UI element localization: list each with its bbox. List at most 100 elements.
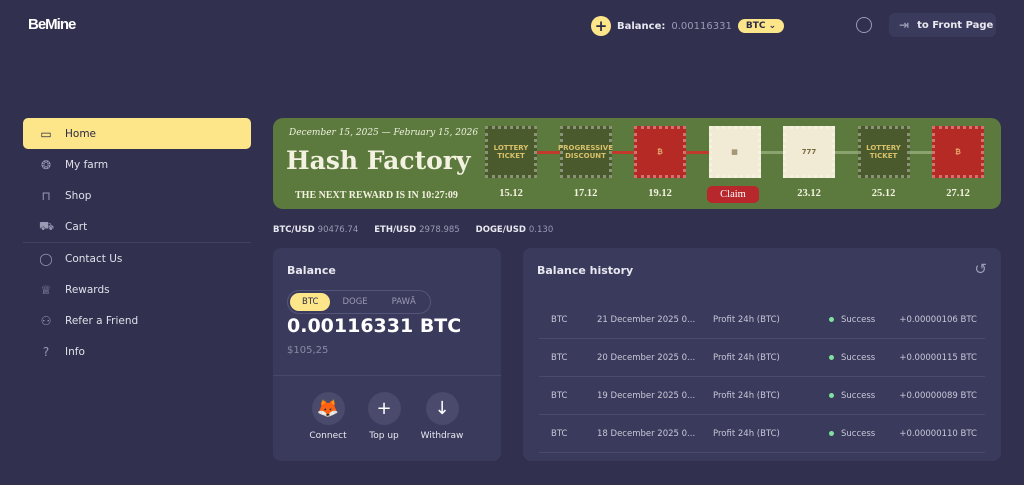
hash-factory-banner[interactable]: December 15, 2025 — February 15, 2026 Ha… [273,118,1001,209]
stamp-art: ₿ [955,148,961,156]
withdraw-button[interactable]: ↓ Withdraw [412,392,472,441]
tab-doge[interactable]: DOGE [330,293,379,311]
add-user-icon: ⚇ [40,313,52,328]
reward-stamp[interactable]: 777 [783,126,835,178]
row-coin: BTC [551,352,568,363]
tab-btc[interactable]: BTC [290,293,331,311]
sidebar-item-label: Info [65,345,85,358]
currency-tabs: BTC DOGE PAWĀ [287,290,431,314]
metamask-icon: 🦊 [311,392,345,425]
rate-item: BTC/USD 90476.74 [273,225,358,235]
history-icon[interactable]: ↺ [974,260,987,278]
stamp-date: 23.12 [797,188,821,199]
cart-icon: ⛟ [39,218,55,233]
row-status: Success [829,353,875,363]
row-type: Profit 24h (BTC) [713,314,780,325]
sidebar-item-shop[interactable]: ⊓ Shop [23,180,251,211]
sidebar-item-contact-us[interactable]: ◯ Contact Us [23,243,251,274]
sidebar-item-label: Rewards [65,283,110,296]
status-dot-icon [829,430,834,436]
stamp-art: PROGRESSIVE DISCOUNT [558,144,613,160]
banner-dates: December 15, 2025 — February 15, 2026 [289,128,479,138]
balance-card: Balance BTC DOGE PAWĀ 0.00116331 BTC $10… [273,248,501,461]
top-up-button[interactable]: + [591,16,611,36]
plus-icon: + [367,392,401,425]
balance-history-card: Balance history ↺ BTC 21 December 2025 0… [523,248,1001,461]
logo[interactable]: BeMine [28,16,76,33]
stamp-art: LOTTERY TICKET [866,144,901,160]
arrow-down-icon: ↓ [425,392,459,425]
stamp-date: 19.12 [648,188,672,199]
sidebar-item-label: Home [65,127,97,140]
row-date: 21 December 2025 0... [597,314,696,325]
sidebar-item-info[interactable]: ? Info [23,336,251,367]
row-coin: BTC [551,314,568,325]
wallet-icon: ▭ [40,126,52,141]
row-amount: +0.00000106 BTC [899,314,977,325]
balance-amount: 0.00116331 BTC [287,315,462,337]
top-up-action-button[interactable]: + Top up [354,392,414,441]
status-text: Success [841,352,876,363]
divider [273,375,501,376]
rate-item: DOGE/USD 0.130 [476,225,554,235]
bag-icon: ⊓ [41,188,51,203]
trophy-icon: ♕ [40,282,52,297]
help-icon: ? [42,344,50,359]
rate-pair: ETH/USD [374,225,417,235]
connect-button[interactable]: 🦊 Connect [298,392,358,441]
front-page-button[interactable]: ⇥ to Front Page [889,13,996,37]
table-row[interactable]: BTC 21 December 2025 0... Profit 24h (BT… [539,301,985,339]
claim-button[interactable]: Claim [707,186,759,203]
chat-icon: ◯ [39,251,53,266]
row-date: 20 December 2025 0... [597,352,696,363]
status-text: Success [841,390,876,401]
rate-pair: BTC/USD [273,225,315,235]
reward-stamp[interactable]: LOTTERY TICKET [485,126,537,178]
row-amount: +0.00000115 BTC [899,352,977,363]
sidebar-item-home[interactable]: ▭ Home [23,118,251,149]
balance-value: 0.00116331 [671,20,732,32]
table-row[interactable]: BTC 19 December 2025 0... Profit 24h (BT… [539,377,985,415]
stamp-date: 15.12 [499,188,523,199]
stamp-date: 25.12 [871,188,896,199]
row-coin: BTC [551,428,568,439]
sidebar-item-cart[interactable]: ⛟ Cart [23,211,251,242]
balance-label: Balance: [617,20,666,32]
status-dot-icon [829,316,834,322]
sidebar-item-label: Refer a Friend [65,314,139,327]
sidebar: ▭ Home ❂ My farm ⊓ Shop ⛟ Cart ◯ Contact Us ♕ Rewar… [23,118,251,367]
row-status: Success [829,391,875,401]
rate-item: ETH/USD 2978.985 [374,225,459,235]
stamp-art: ▦ [731,148,738,156]
rate-value: 0.130 [528,225,554,235]
sidebar-item-label: Cart [65,220,88,233]
stamp-date: 27.12 [946,188,970,199]
stamp-art: ₿ [657,148,663,156]
sidebar-item-my-farm[interactable]: ❂ My farm [23,149,251,180]
reward-stamp[interactable]: ₿ [634,126,686,178]
currency-select[interactable]: BTC ⌄ [737,19,785,33]
row-date: 18 December 2025 0... [597,428,696,439]
row-type: Profit 24h (BTC) [713,428,780,439]
reward-stamp[interactable]: ▦ [708,126,761,178]
reward-stamp[interactable]: ₿ [932,126,984,178]
row-type: Profit 24h (BTC) [713,352,780,363]
table-row[interactable]: BTC 20 December 2025 0... Profit 24h (BT… [539,339,985,377]
row-type: Profit 24h (BTC) [713,390,780,401]
user-icon[interactable] [856,17,872,33]
tab-pawa[interactable]: PAWĀ [380,293,428,311]
header-balance: + Balance: 0.00116331 BTC ⌄ [591,16,785,36]
reward-stamp[interactable]: LOTTERY TICKET [857,126,910,178]
balance-usd: $105,25 [287,345,329,356]
connect-label: Connect [309,431,347,441]
sidebar-item-rewards[interactable]: ♕ Rewards [23,274,251,305]
row-status: Success [829,315,875,325]
row-coin: BTC [551,390,568,401]
table-row[interactable]: BTC 18 December 2025 0... Profit 24h (BT… [539,415,985,453]
row-status: Success [829,429,875,439]
sidebar-item-refer-a-friend[interactable]: ⚇ Refer a Friend [23,305,251,336]
status-text: Success [841,428,876,439]
farm-icon: ❂ [40,157,52,172]
stamp-date: 17.12 [573,188,598,199]
reward-stamp[interactable]: PROGRESSIVE DISCOUNT [558,126,613,178]
